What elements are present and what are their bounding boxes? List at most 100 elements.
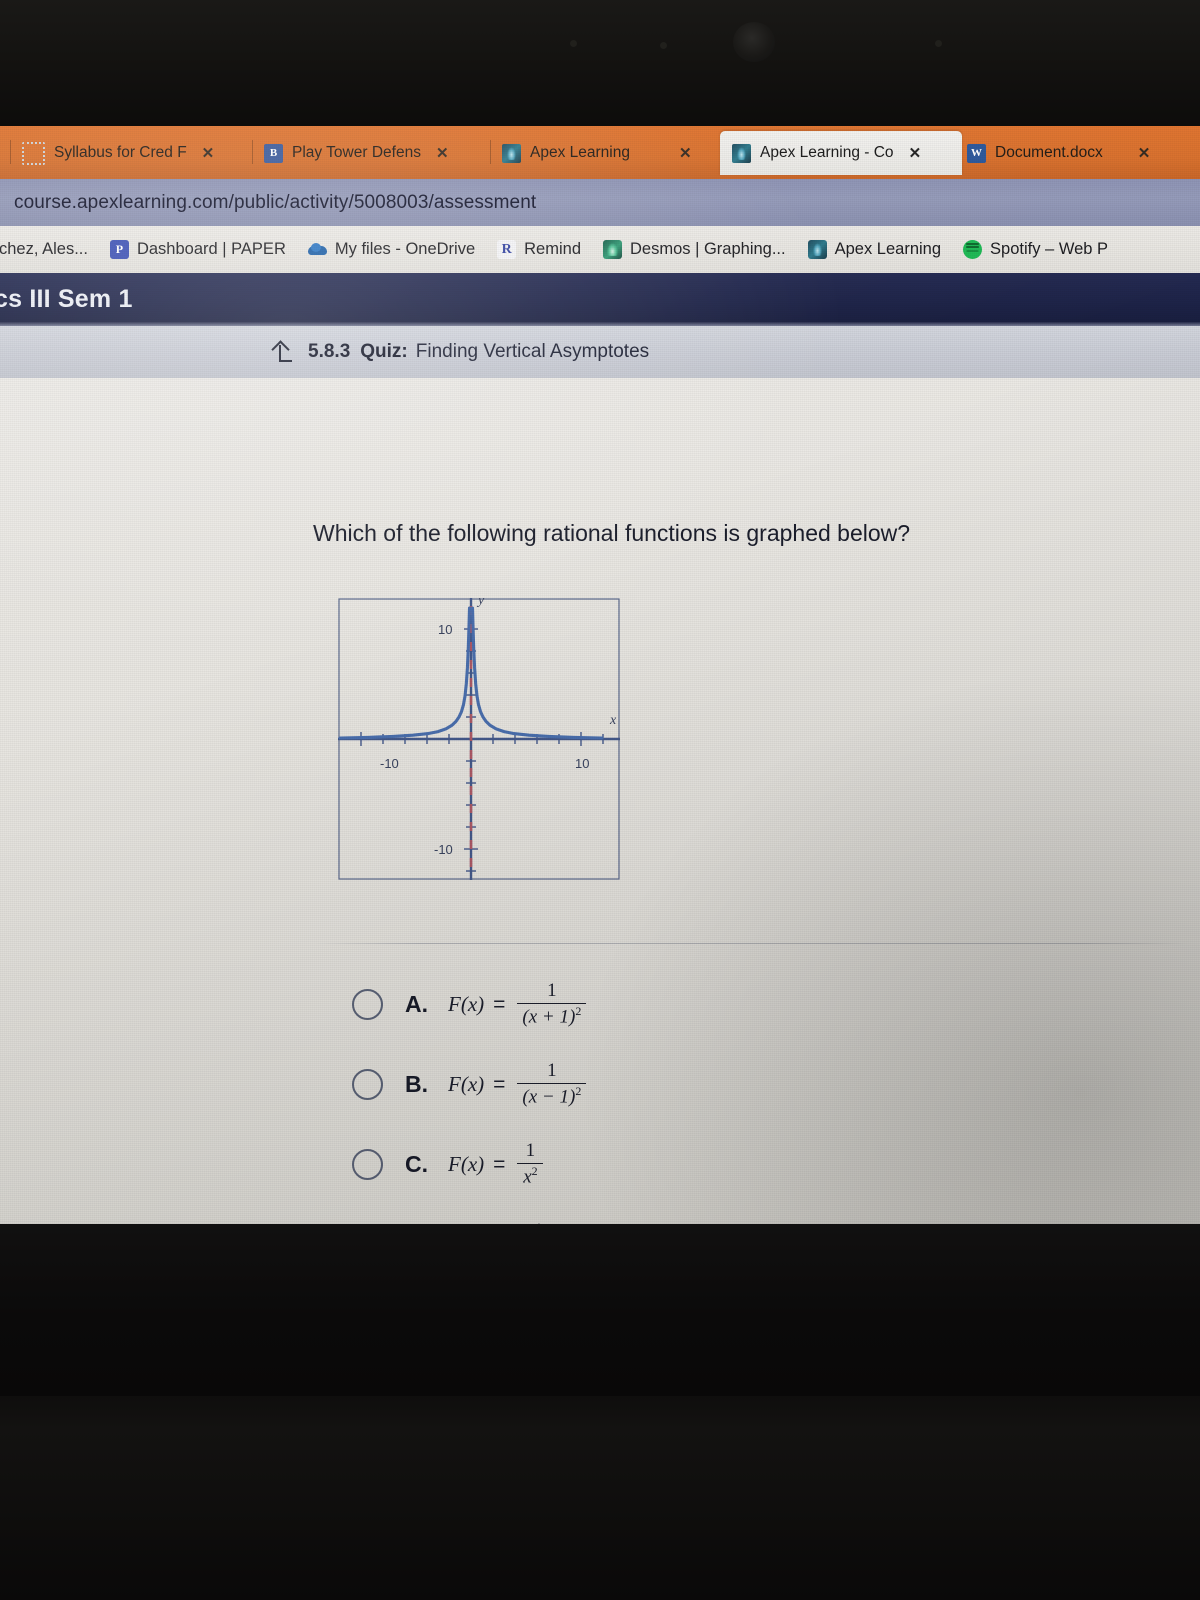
tab-divider [490, 140, 491, 164]
microphone-hole [935, 40, 942, 47]
denominator-exponent: 2 [575, 1004, 582, 1019]
bookmark-item-onedrive[interactable]: My files - OneDrive [297, 226, 486, 273]
bookmark-item-remind[interactable]: R Remind [486, 226, 592, 273]
apex-icon [502, 143, 521, 163]
laptop-photo: Syllabus for Cred F ✕ B Play Tower Defen… [0, 0, 1200, 1600]
fraction-numerator: 1 [547, 1060, 557, 1081]
graph-svg: -10 10 10 -10 y x [317, 574, 646, 903]
denominator-exponent: 2 [531, 1164, 538, 1179]
x-tick-label-neg10: -10 [380, 756, 399, 771]
browser-tab-apex-learning[interactable]: Apex Learning ✕ [490, 131, 734, 175]
laptop-screen: Syllabus for Cred F ✕ B Play Tower Defen… [0, 126, 1200, 1224]
paper-icon: P [109, 240, 129, 259]
option-fraction: 1 x2 [517, 1140, 544, 1188]
bookmark-item-chez-ales[interactable]: chez, Ales... [0, 226, 99, 273]
assessment-content: Which of the following rational function… [0, 378, 1200, 1224]
fraction-denominator: (x − 1)2 [522, 1084, 582, 1108]
option-letter: C. [405, 1151, 428, 1178]
quiz-type-label: Quiz: [360, 341, 408, 362]
browser-tab-strip: Syllabus for Cred F ✕ B Play Tower Defen… [0, 126, 1200, 179]
browser-tab-tower-defense[interactable]: B Play Tower Defens ✕ [252, 131, 488, 175]
equals-sign: = [493, 992, 506, 1016]
bluestacks-icon: B [264, 143, 283, 163]
bookmark-label: Spotify – Web P [990, 240, 1109, 258]
microphone-hole [660, 42, 667, 49]
desmos-icon [603, 240, 622, 259]
option-function: F(x) [448, 1072, 485, 1097]
radio-button-c[interactable] [352, 1149, 383, 1181]
y-axis-label: y [476, 598, 485, 608]
quiz-name: Finding Vertical Asymptotes [415, 341, 650, 362]
browser-tab-apex-learning-course[interactable]: Apex Learning - Co ✕ [720, 131, 962, 175]
bookmark-label: Remind [524, 240, 581, 258]
close-icon[interactable]: ✕ [436, 144, 449, 162]
webcam-icon [733, 22, 775, 62]
return-arrow-icon[interactable] [270, 340, 292, 362]
answer-option-a[interactable]: A. F(x) = 1 (x + 1)2 [352, 980, 587, 1028]
x-axis-label: x [609, 713, 617, 728]
tab-title: Syllabus for Cred F [54, 144, 187, 161]
remind-icon: R [497, 240, 517, 259]
fraction-denominator: x2 [523, 1164, 538, 1188]
tab-divider [10, 140, 11, 164]
laptop-base [0, 1396, 1200, 1600]
tab-title: Apex Learning - Co [760, 144, 894, 161]
close-icon[interactable]: ✕ [202, 144, 215, 162]
y-tick-label-neg10: -10 [434, 842, 453, 857]
quiz-title-bar: 5.8.3 Quiz: Finding Vertical Asymptotes [0, 326, 1200, 378]
spotify-icon [963, 240, 983, 259]
laptop-top-bezel [0, 0, 1200, 126]
option-fraction: 1 (x + 1)2 [517, 980, 587, 1028]
close-icon[interactable]: ✕ [1138, 144, 1151, 162]
close-icon[interactable]: ✕ [679, 144, 692, 162]
fraction-numerator: 1 [547, 980, 557, 1001]
option-letter: B. [405, 1071, 428, 1098]
address-bar[interactable]: course.apexlearning.com/public/activity/… [0, 179, 1200, 226]
apex-icon [732, 143, 751, 163]
bookmark-item-desmos[interactable]: Desmos | Graphing... [592, 226, 797, 273]
quiz-number: 5.8.3 [308, 341, 351, 362]
radio-button-a[interactable] [352, 989, 383, 1021]
curve-right-branch [470, 606, 604, 740]
bookmark-item-spotify[interactable]: Spotify – Web P [952, 226, 1119, 273]
option-function: F(x) [448, 992, 485, 1017]
course-header-bar: cs III Sem 1 [0, 273, 1200, 326]
fraction-numerator: 1 [525, 1140, 536, 1161]
word-icon: W [967, 143, 986, 163]
option-fraction: 1 (x − 1)2 [517, 1060, 587, 1108]
browser-tab-document-docx[interactable]: W Document.docx ✕ [955, 131, 1200, 175]
bookmark-label: chez, Ales... [0, 240, 88, 258]
course-title: cs III Sem 1 [0, 285, 133, 313]
bookmarks-bar: chez, Ales... P Dashboard | PAPER My fil… [0, 226, 1200, 273]
arrow-head [271, 340, 290, 359]
onedrive-icon [307, 240, 327, 259]
denominator-exponent: 2 [575, 1084, 582, 1099]
apex-icon [807, 240, 827, 259]
bookmark-label: Dashboard | PAPER [136, 240, 286, 258]
radio-button-b[interactable] [352, 1069, 383, 1101]
fraction-denominator: (x + 1)2 [522, 1004, 582, 1028]
option-function: F(x) [448, 1152, 485, 1177]
question-prompt: Which of the following rational function… [313, 520, 911, 546]
equals-sign: = [493, 1152, 506, 1176]
tab-title: Play Tower Defens [292, 144, 421, 161]
syllabus-icon [22, 141, 45, 165]
microphone-hole [570, 40, 577, 47]
close-icon[interactable]: ✕ [909, 144, 922, 162]
browser-tab-syllabus[interactable]: Syllabus for Cred F ✕ [10, 131, 246, 175]
option-letter: A. [405, 991, 428, 1018]
equals-sign: = [493, 1072, 506, 1096]
bookmark-label: Apex Learning [834, 240, 942, 258]
url-text: course.apexlearning.com/public/activity/… [14, 191, 537, 213]
tab-title: Apex Learning [530, 144, 630, 161]
tab-title: Document.docx [995, 144, 1103, 161]
y-tick-label-10: 10 [438, 622, 452, 637]
bookmark-label: Desmos | Graphing... [630, 240, 786, 258]
bookmark-item-dashboard-paper[interactable]: P Dashboard | PAPER [99, 226, 297, 273]
x-tick-label-10: 10 [575, 756, 589, 771]
bookmark-item-apex-learning[interactable]: Apex Learning [797, 226, 952, 273]
answer-option-b[interactable]: B. F(x) = 1 (x − 1)2 [352, 1060, 587, 1108]
answer-option-c[interactable]: C. F(x) = 1 x2 [352, 1140, 544, 1188]
section-divider [315, 943, 1188, 944]
tab-divider [252, 140, 253, 164]
